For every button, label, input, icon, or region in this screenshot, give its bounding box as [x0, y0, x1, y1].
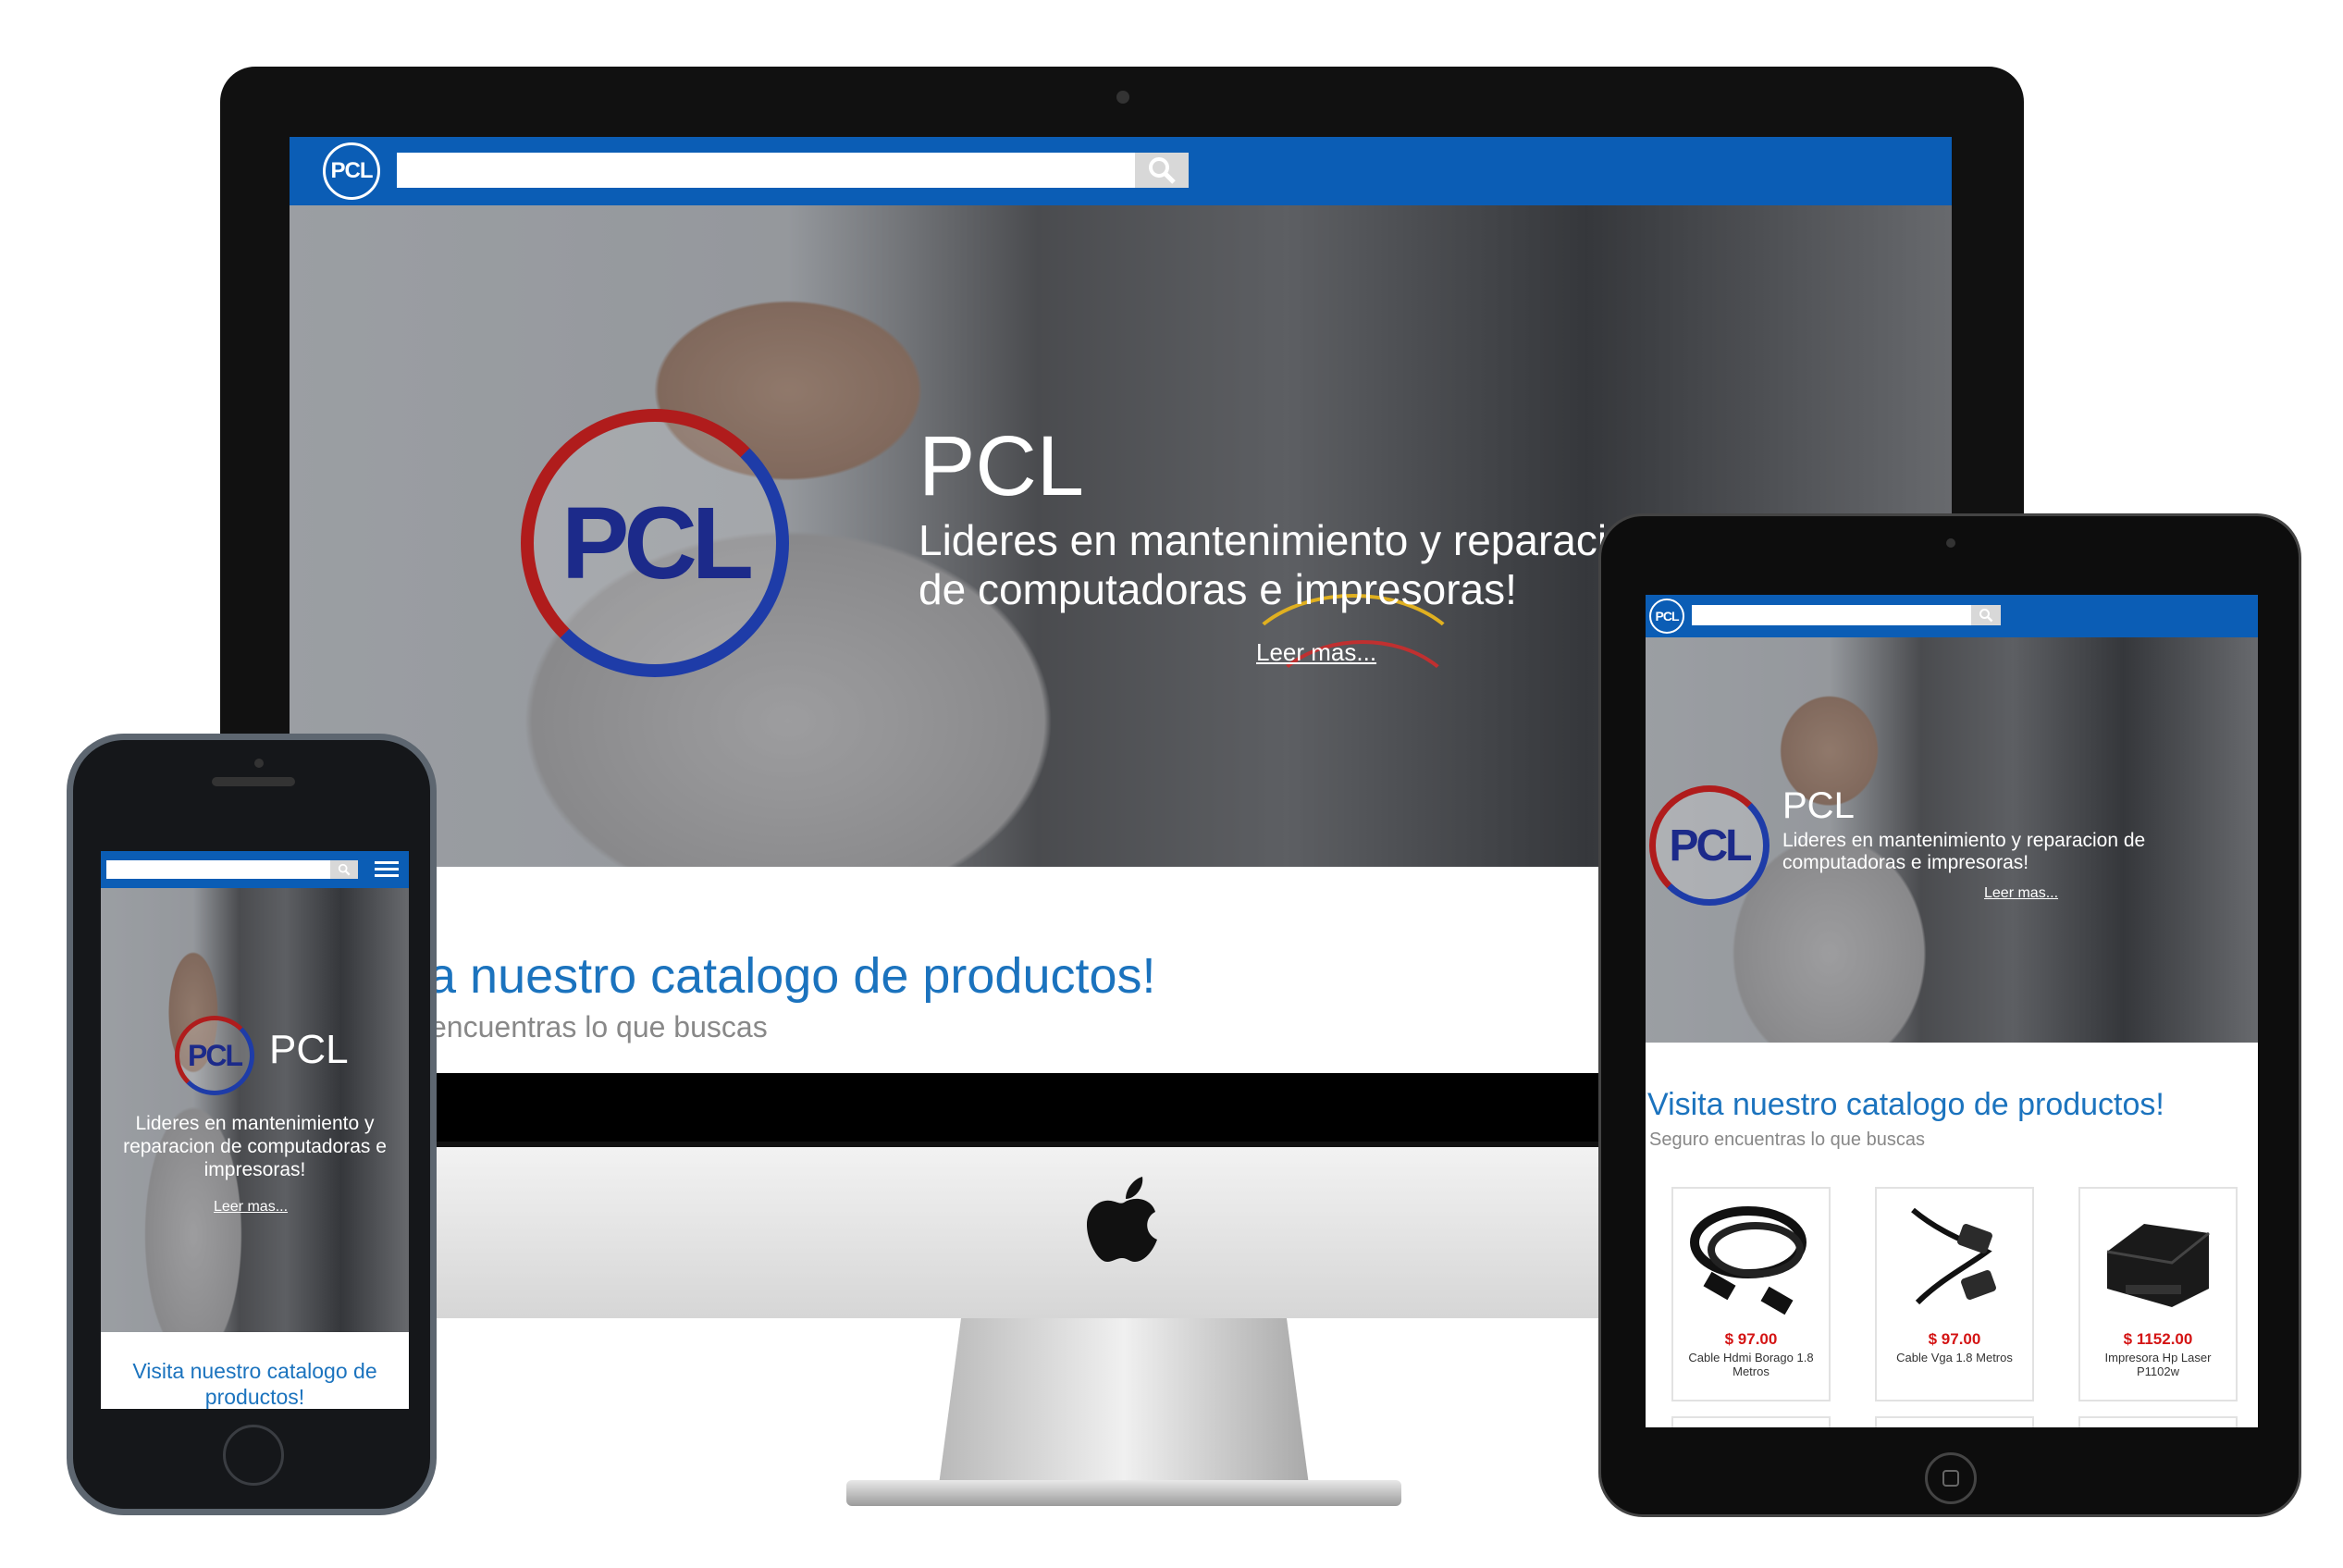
tablet-catalog-title: Visita nuestro catalogo de productos! — [1647, 1087, 2164, 1122]
phone-hero-logo: PCL — [175, 1016, 254, 1095]
phone-read-more-link[interactable]: Leer mas... — [214, 1199, 288, 1216]
desktop-nav-logo[interactable]: PCL — [323, 142, 380, 200]
phone-speaker — [212, 777, 295, 786]
desktop-read-more-link[interactable]: Leer mas... — [1256, 638, 1376, 667]
desktop-search-input[interactable] — [397, 153, 1135, 188]
product-card[interactable] — [2078, 1416, 2238, 1427]
product-card[interactable]: $ 97.00 Cable Vga 1.8 Metros — [1875, 1187, 2034, 1401]
imac-stand — [939, 1318, 1309, 1485]
desktop-hero-title: PCL — [919, 419, 1084, 513]
product-card[interactable]: $ 1152.00 Impresora Hp Laser P1102w — [2078, 1187, 2238, 1401]
search-icon — [1149, 157, 1176, 184]
product-card[interactable]: $ 97.00 Cable Hdmi Borago 1.8 Metros — [1671, 1187, 1831, 1401]
printer-image — [2106, 1224, 2210, 1307]
tablet-catalog-subtitle: Seguro encuentras lo que buscas — [1649, 1130, 1925, 1150]
phone-navbar — [101, 851, 409, 888]
hamburger-menu-icon[interactable] — [375, 860, 399, 879]
tablet-read-more-link[interactable]: Leer mas... — [1984, 885, 2058, 902]
tablet-hero-logo-text: PCL — [1669, 821, 1753, 870]
phone-hero-logo-text: PCL — [188, 1038, 243, 1072]
phone-camera — [254, 759, 264, 768]
tablet-hero: PCL PCL Lideres en mantenimiento y repar… — [1646, 637, 2258, 1043]
product-card[interactable] — [1875, 1416, 2034, 1427]
tablet-device: PCL PCL PCL Lideres en mantenimiento y r… — [1598, 513, 2301, 1517]
tablet-search-input[interactable] — [1692, 605, 1971, 625]
tablet-search-button[interactable] — [1971, 605, 2001, 625]
tablet-hero-subtitle: Lideres en mantenimiento y reparacion de… — [1782, 830, 2146, 873]
home-button-icon[interactable] — [1925, 1452, 1977, 1504]
desktop-navbar: PCL — [290, 137, 1952, 205]
tablet-hero-title: PCL — [1782, 785, 1855, 826]
phone-search-button[interactable] — [330, 860, 358, 879]
phone-search-input[interactable] — [106, 860, 330, 879]
imac-camera — [1116, 91, 1129, 104]
tablet-nav-logo[interactable]: PCL — [1649, 599, 1684, 634]
phone-device: PCL PCL Lideres en mantenimiento y repar… — [67, 734, 437, 1515]
vga-cable-image — [1911, 1207, 1996, 1305]
apple-logo-icon — [1087, 1177, 1161, 1265]
product-price: $ 97.00 — [1724, 1330, 1778, 1348]
product-name: Cable Vga 1.8 Metros — [1896, 1351, 2013, 1364]
desktop-hero-subtitle-2: de computadoras e impresoras! — [919, 565, 1517, 613]
tablet-hero-logo: PCL — [1649, 785, 1770, 906]
phone-catalog-title: Visita nuestro catalogo de productos! — [132, 1359, 377, 1409]
tablet-screen: PCL PCL PCL Lideres en mantenimiento y r… — [1646, 595, 2258, 1427]
desktop-hero-logo-text: PCL — [561, 486, 754, 600]
desktop-search-button[interactable] — [1135, 153, 1189, 188]
product-price: $ 1152.00 — [2123, 1330, 2193, 1348]
home-button-icon[interactable] — [223, 1425, 284, 1486]
tablet-navbar: PCL — [1646, 595, 2258, 637]
desktop-catalog-title: a nuestro catalogo de productos! — [428, 948, 1156, 1004]
phone-screen: PCL PCL Lideres en mantenimiento y repar… — [101, 851, 409, 1409]
product-name: Cable Hdmi Borago 1.8 Metros — [1688, 1351, 1814, 1378]
phone-hero-subtitle: Lideres en mantenimiento y reparacion de… — [123, 1113, 387, 1180]
tablet-camera — [1946, 538, 1955, 548]
product-card[interactable] — [1671, 1416, 1831, 1427]
imac-stand-foot — [846, 1480, 1401, 1506]
hdmi-cable-image — [1690, 1206, 1807, 1315]
product-price: $ 97.00 — [1928, 1330, 1981, 1348]
desktop-catalog-subtitle: encuentras lo que buscas — [430, 1010, 768, 1043]
search-icon — [338, 863, 351, 876]
phone-hero: PCL PCL Lideres en mantenimiento y repar… — [101, 888, 409, 1332]
desktop-hero-logo: PCL — [521, 409, 789, 677]
desktop-hero-subtitle-1: Lideres en mantenimiento y reparaci — [919, 516, 1608, 564]
phone-hero-title: PCL — [269, 1027, 349, 1072]
search-icon — [1979, 609, 1993, 623]
product-name: Impresora Hp Laser P1102w — [2104, 1351, 2212, 1378]
